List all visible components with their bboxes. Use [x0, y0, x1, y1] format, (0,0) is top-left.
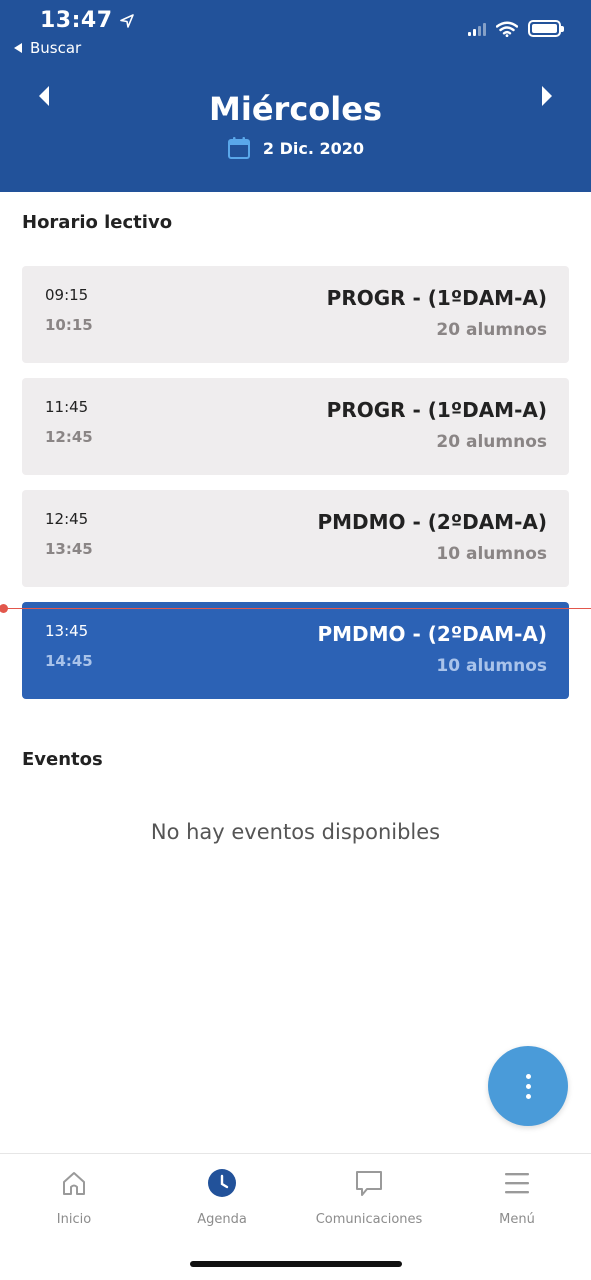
class-start-time: 13:45 [45, 622, 89, 640]
class-end-time: 10:15 [45, 316, 93, 334]
home-indicator [190, 1261, 402, 1267]
date-label: 2 Dic. 2020 [262, 138, 365, 158]
hamburger-menu-icon [502, 1168, 532, 1198]
class-students: 20 alumnos [436, 432, 547, 452]
class-students: 10 alumnos [436, 544, 547, 564]
day-title: Miércoles [209, 90, 382, 128]
class-card[interactable]: 09:15 10:15 PROGR - (1ºDAM-A) 20 alumnos [22, 266, 569, 363]
tab-inicio[interactable]: Inicio [0, 1168, 148, 1228]
tab-label: Menú [499, 1212, 535, 1227]
chat-bubble-icon [354, 1168, 384, 1198]
class-card-current[interactable]: 13:45 14:45 PMDMO - (2ºDAM-A) 10 alumnos [22, 602, 569, 699]
tab-menu[interactable]: Menú [443, 1168, 591, 1228]
class-start-time: 09:15 [45, 286, 89, 304]
date-selector[interactable]: 2 Dic. 2020 [0, 136, 591, 160]
calendar-icon [227, 137, 250, 159]
class-subject: PROGR - (1ºDAM-A) [326, 398, 547, 422]
header: 13:47 Buscar Miércoles 2 Dic. 2020 [0, 0, 591, 192]
class-end-time: 14:45 [45, 652, 93, 670]
tab-label: Agenda [197, 1212, 247, 1227]
tab-comunicaciones[interactable]: Comunicaciones [295, 1168, 443, 1228]
tab-agenda[interactable]: Agenda [148, 1168, 296, 1228]
back-triangle-icon [14, 43, 22, 53]
clock-icon [207, 1168, 237, 1198]
class-students: 20 alumnos [436, 320, 547, 340]
class-subject: PMDMO - (2ºDAM-A) [317, 622, 547, 646]
home-icon [59, 1168, 89, 1198]
class-students: 10 alumnos [436, 656, 547, 676]
wifi-icon [496, 21, 518, 37]
tab-label: Comunicaciones [315, 1212, 423, 1227]
back-to-search-link[interactable]: Buscar [14, 39, 81, 57]
battery-icon [528, 20, 564, 37]
location-arrow-icon [119, 13, 134, 28]
class-start-time: 12:45 [45, 510, 89, 528]
class-card[interactable]: 12:45 13:45 PMDMO - (2ºDAM-A) 10 alumnos [22, 490, 569, 587]
more-options-button[interactable] [488, 1046, 568, 1126]
class-end-time: 12:45 [45, 428, 93, 446]
back-link-label: Buscar [30, 39, 82, 57]
current-time-dot [0, 604, 8, 613]
status-time: 13:47 [40, 8, 135, 33]
class-card[interactable]: 11:45 12:45 PROGR - (1ºDAM-A) 20 alumnos [22, 378, 569, 475]
tab-label: Inicio [56, 1212, 92, 1227]
status-time-text: 13:47 [40, 8, 113, 33]
events-empty-message: No hay eventos disponibles [150, 820, 441, 844]
more-vertical-icon [525, 1073, 531, 1079]
schedule-section-title: Horario lectivo [22, 212, 173, 233]
current-time-line [0, 608, 591, 609]
class-subject: PROGR - (1ºDAM-A) [326, 286, 547, 310]
status-indicators [468, 20, 564, 37]
cellular-signal-icon [468, 22, 486, 36]
class-subject: PMDMO - (2ºDAM-A) [317, 510, 547, 534]
class-start-time: 11:45 [45, 398, 89, 416]
class-end-time: 13:45 [45, 540, 93, 558]
events-section-title: Eventos [22, 749, 103, 770]
